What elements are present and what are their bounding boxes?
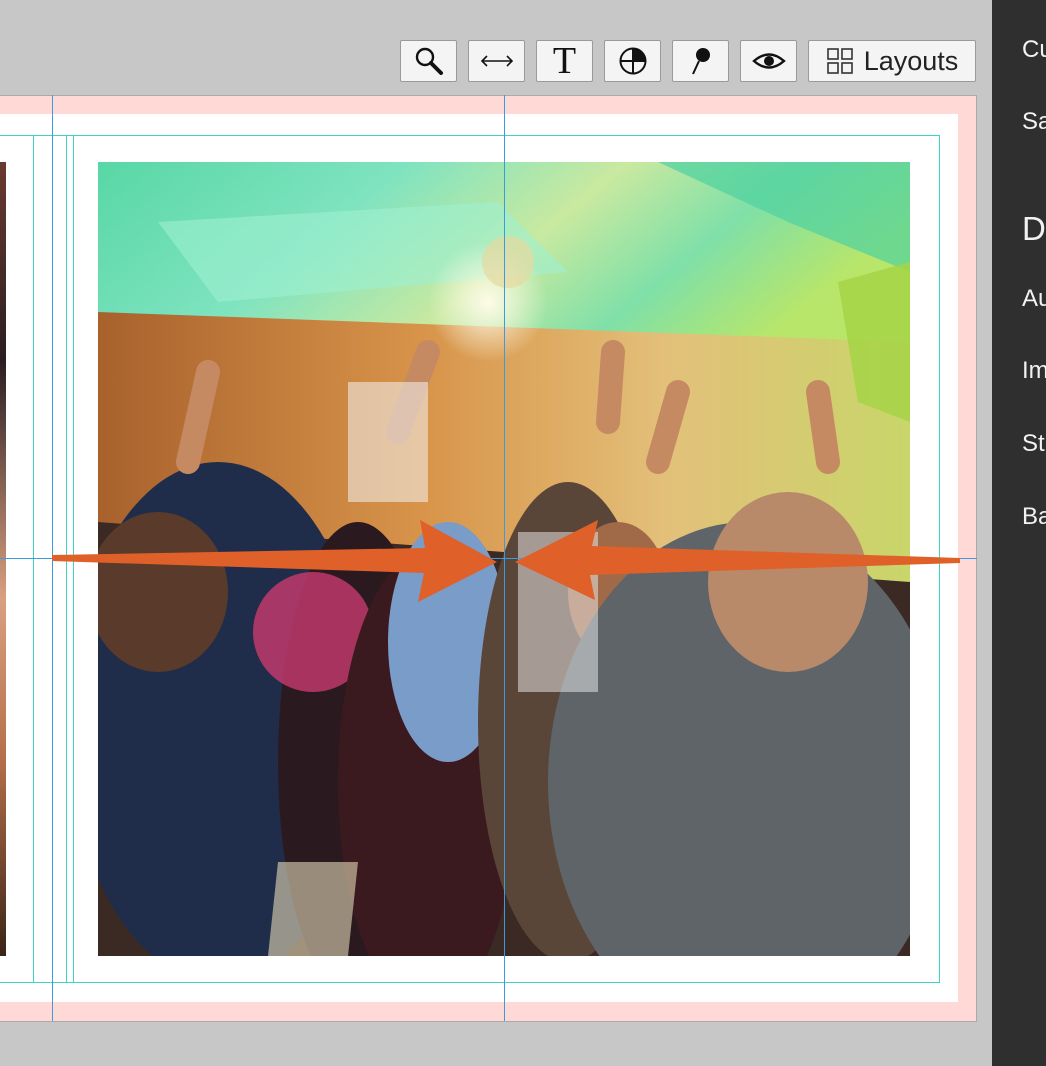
right-annotation-arrow [515,520,960,600]
panel-item-au[interactable]: Au [1022,285,1046,313]
panel-item-st[interactable]: St [1022,430,1045,458]
properties-panel: Cu Sa D Au Im St Ba [992,0,1046,1066]
panel-heading: D [1022,210,1046,247]
panel-item-sa[interactable]: Sa [1022,108,1046,136]
left-annotation-arrow [52,520,497,602]
panel-item-im[interactable]: Im [1022,357,1046,385]
panel-item-ba[interactable]: Ba [1022,503,1046,531]
annotation-arrows [52,520,960,602]
panel-item-cu[interactable]: Cu [1022,36,1046,64]
